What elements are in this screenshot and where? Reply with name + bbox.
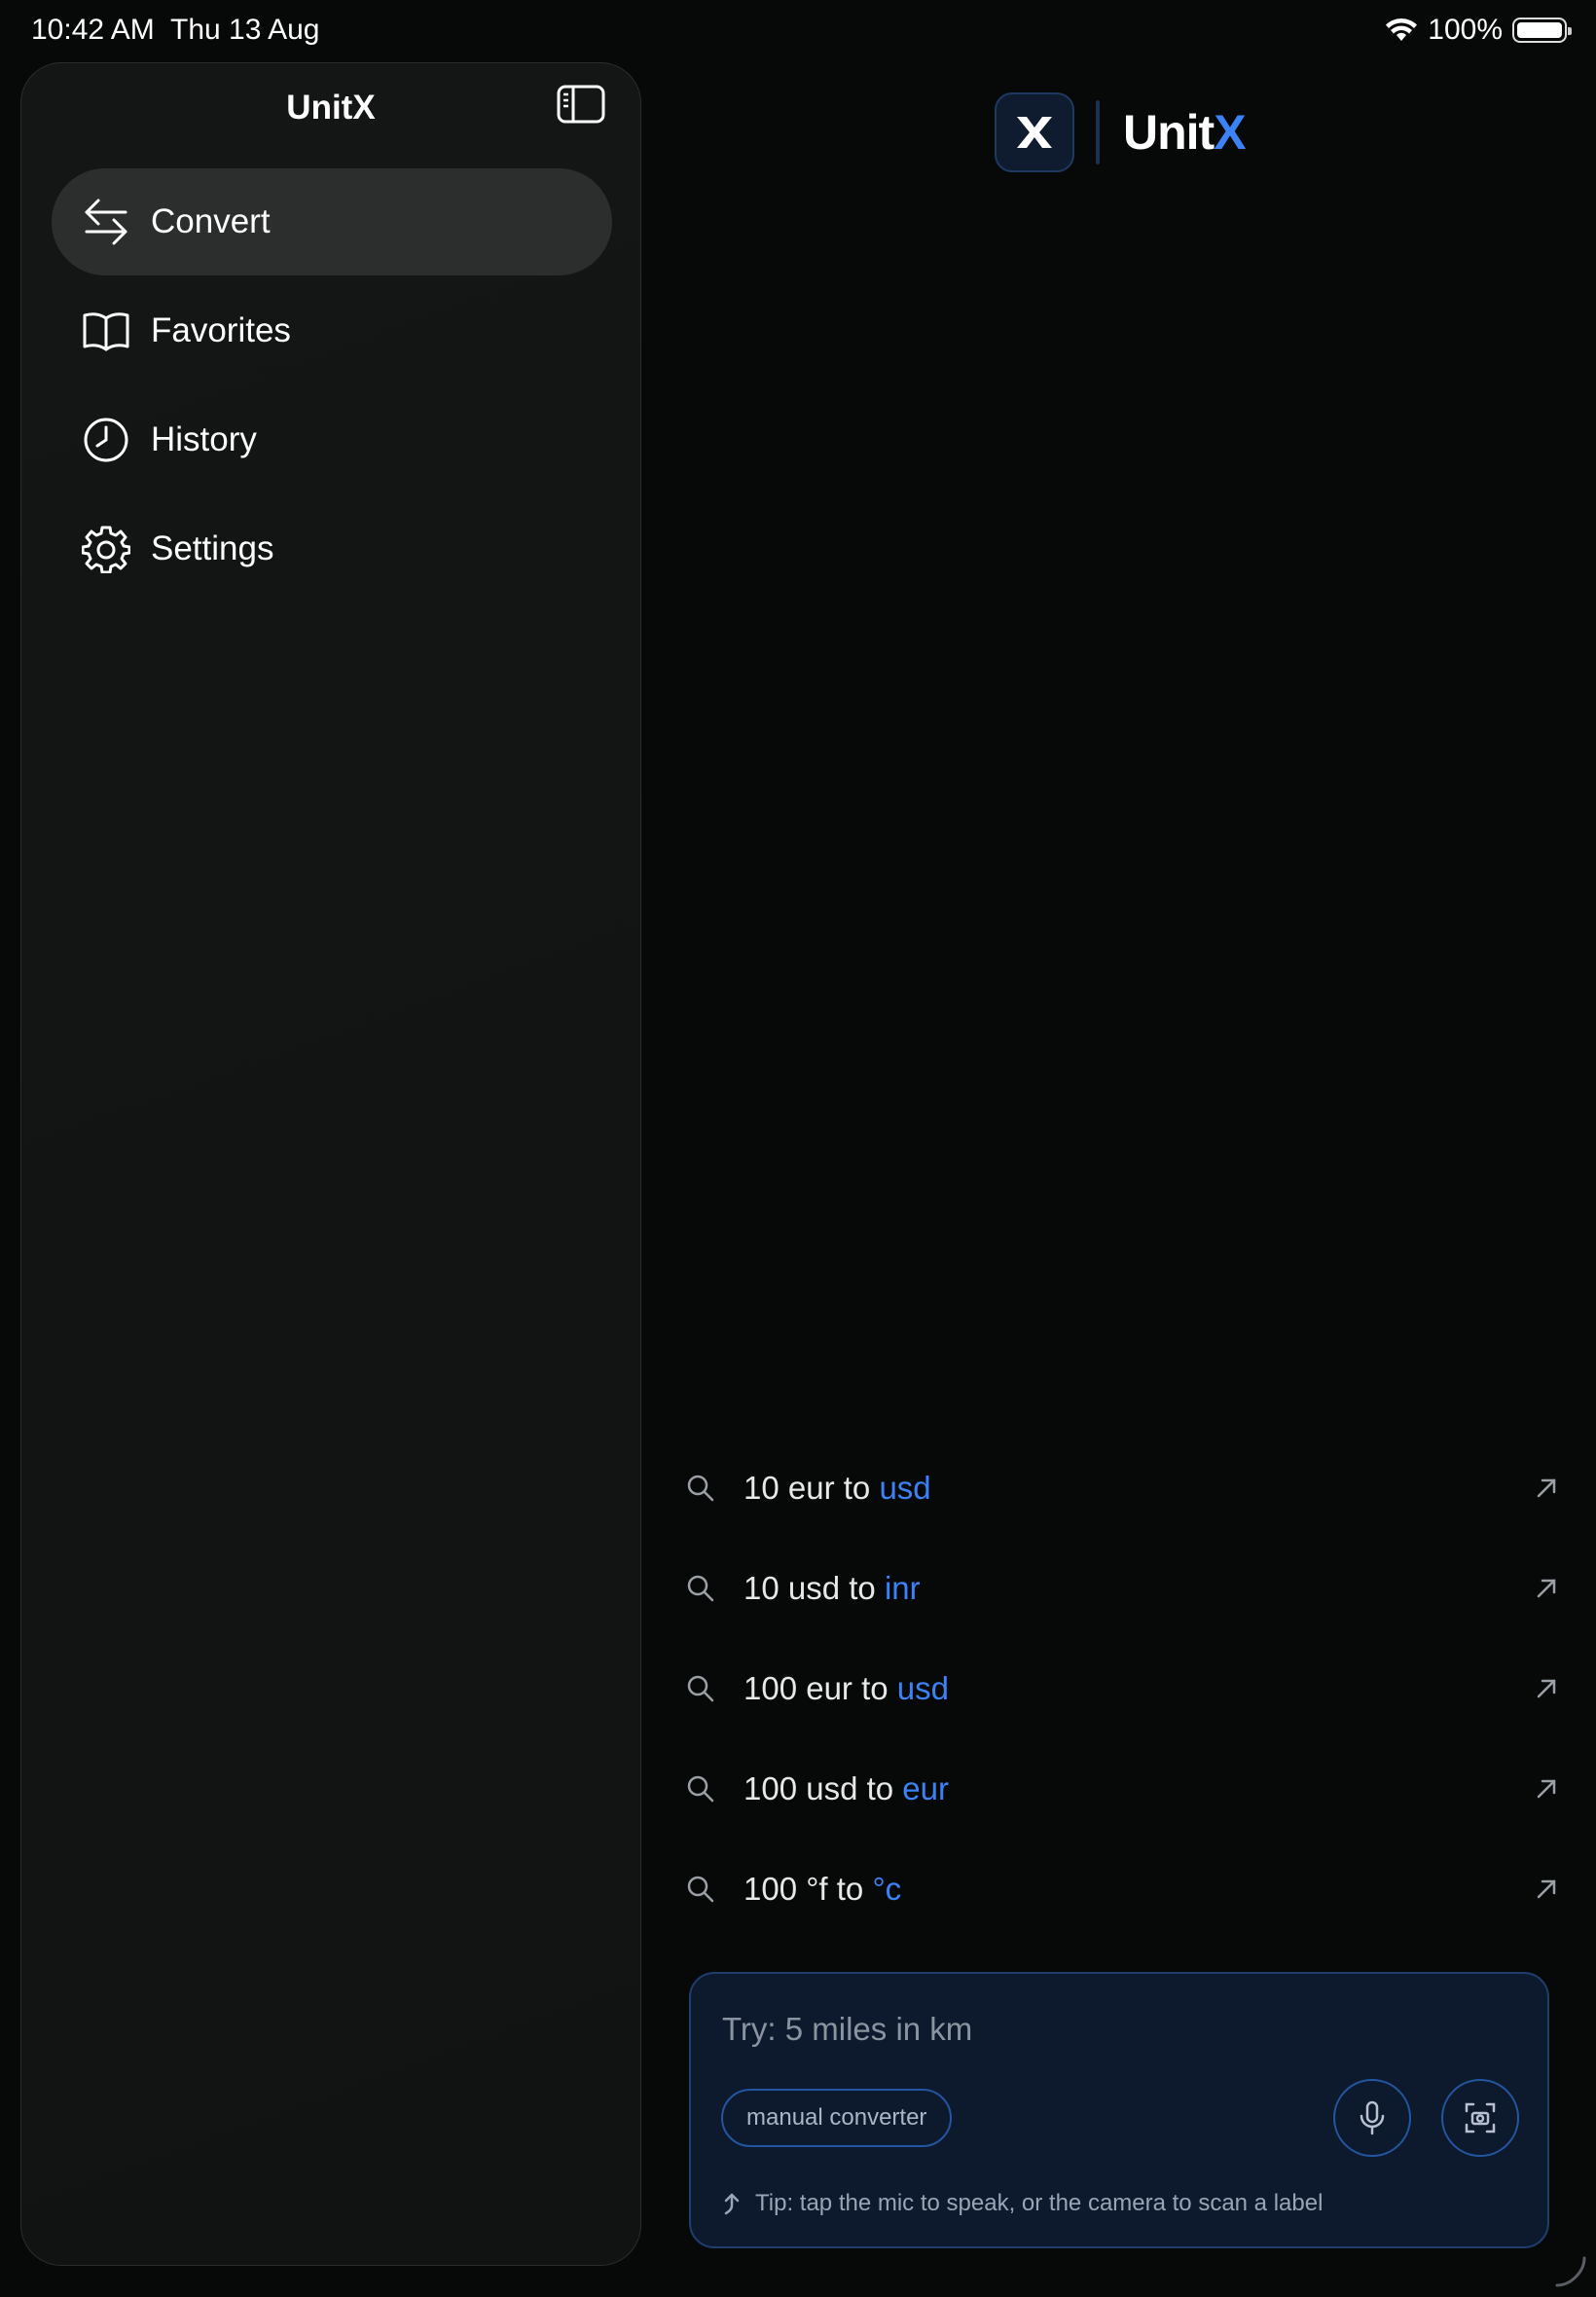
suggestion-text: 10 eur to usd xyxy=(744,1470,931,1506)
sidebar-item-label: Settings xyxy=(151,529,274,567)
manual-converter-button[interactable]: manual converter xyxy=(721,2089,953,2147)
arrow-up-right-icon xyxy=(1532,1777,1561,1801)
search-icon xyxy=(681,1875,720,1904)
status-time: 10:42 AM xyxy=(31,14,155,46)
sidebar-toggle-icon xyxy=(557,85,605,124)
camera-scan-button[interactable] xyxy=(1441,2079,1519,2157)
suggestion-item[interactable]: 100 usd to eur xyxy=(681,1750,1561,1828)
suggestion-text: 100 usd to eur xyxy=(744,1770,949,1806)
logo-divider xyxy=(1096,100,1100,164)
camera-scan-icon xyxy=(1465,2102,1496,2133)
search-icon xyxy=(681,1774,720,1804)
suggestion-text: 10 usd to inr xyxy=(744,1570,921,1606)
search-icon xyxy=(681,1474,720,1503)
battery-percent: 100% xyxy=(1428,14,1503,46)
arrow-up-right-icon xyxy=(1532,1677,1561,1700)
logo-wordmark: UnitX xyxy=(1123,105,1247,160)
search-icon xyxy=(681,1574,720,1603)
mic-icon xyxy=(1360,2100,1385,2135)
arrow-turn-up-icon xyxy=(724,2193,740,2215)
sidebar-item-settings[interactable]: Settings xyxy=(52,495,612,602)
suggestion-item[interactable]: 10 usd to inr xyxy=(681,1550,1561,1627)
book-icon xyxy=(81,306,131,356)
battery-level xyxy=(1517,22,1562,38)
gear-icon xyxy=(81,524,131,574)
sidebar-item-convert[interactable]: Convert xyxy=(52,168,612,275)
sidebar-toggle-button[interactable] xyxy=(557,85,605,124)
app-window: 10:42 AM Thu 13 Aug 100% UnitX Convert F… xyxy=(0,0,1596,2297)
sidebar-item-history[interactable]: History xyxy=(52,386,612,493)
suggestion-item[interactable]: 100 °f to °c xyxy=(681,1850,1561,1928)
sidebar: UnitX Convert Favorites History Settings xyxy=(20,62,641,2266)
arrows-swap-icon xyxy=(81,197,131,247)
logo-x-icon xyxy=(995,92,1074,172)
arrow-up-right-icon xyxy=(1532,1878,1561,1901)
tip-text: Tip: tap the mic to speak, or the camera… xyxy=(722,2190,1323,2217)
suggestion-item[interactable]: 10 eur to usd xyxy=(681,1449,1561,1527)
app-logo: UnitX xyxy=(995,92,1247,172)
suggestion-item[interactable]: 100 eur to usd xyxy=(681,1650,1561,1728)
status-date: Thu 13 Aug xyxy=(170,14,320,46)
search-icon xyxy=(681,1674,720,1703)
sidebar-item-label: Favorites xyxy=(151,311,291,349)
sidebar-item-label: Convert xyxy=(151,202,271,240)
sidebar-title: UnitX xyxy=(286,89,376,127)
status-indicators: 100% xyxy=(1385,14,1572,47)
clock-icon xyxy=(81,415,131,465)
wifi-icon xyxy=(1386,18,1418,41)
sidebar-item-favorites[interactable]: Favorites xyxy=(52,277,612,384)
query-input[interactable] xyxy=(722,2005,1501,2054)
suggestion-text: 100 °f to °c xyxy=(744,1871,902,1907)
resize-handle-icon[interactable] xyxy=(1553,2254,1588,2289)
arrow-up-right-icon xyxy=(1532,1477,1561,1500)
suggestion-text: 100 eur to usd xyxy=(744,1670,949,1706)
sidebar-item-label: History xyxy=(151,420,257,458)
battery-icon xyxy=(1512,18,1572,43)
query-input-card: manual converter Tip: tap xyxy=(689,1972,1549,2248)
mic-button[interactable] xyxy=(1333,2079,1411,2157)
arrow-up-right-icon xyxy=(1532,1577,1561,1600)
